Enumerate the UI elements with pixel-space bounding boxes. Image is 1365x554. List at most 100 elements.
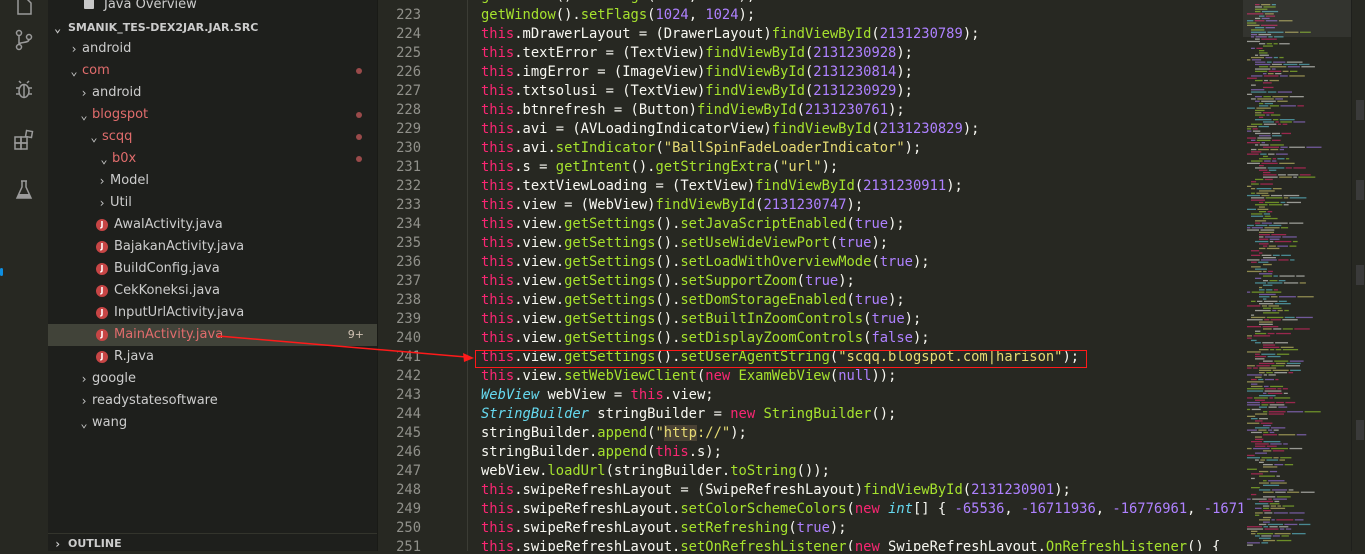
tree-folder-item[interactable]: ⌄ wang: [48, 412, 377, 434]
minimap-token: [1251, 56, 1264, 59]
tree-file-item[interactable]: J R.java: [48, 346, 377, 368]
minimap-token: [1272, 254, 1280, 256]
tree-folder-item[interactable]: › android: [48, 82, 377, 104]
minimap-token: [1282, 349, 1299, 351]
explorer-section-title: SMANIK_TES-DEX2JAR.JAR.SRC: [68, 21, 259, 34]
minimap-token: [1251, 533, 1256, 535]
tree-folder-item[interactable]: › google: [48, 368, 377, 390]
minimap-token: [1283, 443, 1288, 445]
tree-folder-item[interactable]: ⌄ b0x: [48, 148, 377, 170]
code-line: 247 webView.loadUrl(stringBuilder.toStrin…: [378, 462, 1243, 481]
tree-folder-item[interactable]: › android: [48, 38, 377, 60]
minimap-token: [1263, 480, 1267, 482]
minimap-token: [1257, 137, 1272, 139]
minimap-token: [1264, 385, 1269, 388]
scroll-marker: [1356, 180, 1364, 200]
chevron-right-icon: ›: [70, 42, 78, 56]
minimap-token: [1275, 342, 1288, 344]
line-number: 246: [396, 444, 421, 460]
java-overview-item[interactable]: Java Overview: [48, 0, 377, 16]
minimap-token: [1263, 491, 1274, 493]
files-icon[interactable]: [12, 0, 36, 20]
minimap-token: [1259, 234, 1270, 236]
outline-section-header[interactable]: › OUTLINE: [48, 533, 377, 552]
minimap-token: [1255, 420, 1263, 422]
minimap-token: [1279, 56, 1284, 59]
minimap-token: [1298, 176, 1316, 178]
explorer-section-header[interactable]: ⌄ SMANIK_TES-DEX2JAR.JAR.SRC: [48, 18, 377, 38]
minimap-token: [1263, 171, 1271, 174]
minimap-token: [1263, 121, 1274, 123]
minimap-token: [1268, 480, 1285, 482]
java-file-icon: J: [96, 285, 108, 297]
minimap-token: [1255, 119, 1272, 121]
tree-item-label: BuildConfig.java: [114, 261, 220, 276]
source-control-icon[interactable]: [12, 28, 36, 52]
minimap-token: [1283, 63, 1298, 66]
tree-folder-item[interactable]: › Util: [48, 192, 377, 214]
minimap-token: [1269, 280, 1278, 282]
minimap-token: [1279, 526, 1289, 528]
minimap-token: [1277, 388, 1282, 390]
minimap-token: [1255, 355, 1267, 358]
minimap-token: [1266, 445, 1277, 447]
tree-folder-item[interactable]: › readystatesoftware: [48, 390, 377, 412]
minimap-token: [1278, 259, 1289, 261]
tree-folder-item[interactable]: ⌄ scqq: [48, 126, 377, 148]
minimap-viewport[interactable]: [1243, 0, 1351, 37]
debug-icon[interactable]: [12, 78, 36, 102]
tree-file-item[interactable]: J BuildConfig.java: [48, 258, 377, 280]
line-number: 250: [396, 520, 421, 536]
code-text: this.view.getSettings().setDisplayZoomCo…: [481, 330, 930, 346]
minimap-token: [1247, 270, 1262, 273]
code-text: this.btnrefresh = (Button)findViewById(2…: [481, 102, 905, 118]
minimap-token: [1260, 459, 1265, 461]
minimap-token: [1259, 418, 1268, 420]
minimap-token: [1251, 291, 1265, 293]
minimap-token: [1259, 475, 1275, 477]
minimap-token: [1251, 181, 1257, 183]
minimap-token: [1276, 496, 1291, 498]
minimap-token: [1282, 319, 1298, 321]
minimap-token: [1286, 201, 1301, 204]
minimap-token: [1266, 61, 1272, 63]
tree-file-item[interactable]: J AwalActivity.java: [48, 214, 377, 236]
minimap-token: [1271, 489, 1288, 491]
minimap-token: [1251, 139, 1256, 141]
tree-folder-item[interactable]: ⌄ com: [48, 60, 377, 82]
code-text: stringBuilder.append(this.s);: [481, 444, 722, 460]
minimap[interactable]: [1243, 0, 1351, 551]
tree-file-item[interactable]: J CekKoneksi.java: [48, 280, 377, 302]
minimap-token: [1263, 360, 1273, 362]
minimap-token: [1268, 73, 1274, 75]
minimap-token: [1281, 227, 1289, 229]
vertical-scrollbar[interactable]: [1351, 0, 1365, 551]
minimap-token: [1299, 282, 1306, 284]
problem-count-badge: 9+: [347, 328, 364, 341]
minimap-token: [1278, 280, 1286, 282]
tree-file-item[interactable]: J BajakanActivity.java: [48, 236, 377, 258]
code-editor[interactable]: 222getWindow().setFlags(8192, 8192);223g…: [378, 0, 1243, 551]
flask-icon[interactable]: [12, 178, 36, 202]
minimap-token: [1277, 158, 1285, 160]
minimap-token: [1279, 119, 1295, 121]
java-file-icon: J: [96, 307, 108, 319]
minimap-token: [1273, 289, 1278, 291]
modified-dot: [356, 134, 362, 140]
minimap-token: [1300, 491, 1315, 493]
minimap-token: [1280, 528, 1285, 530]
extensions-icon[interactable]: [12, 128, 36, 152]
tree-file-item[interactable]: J InputUrlActivity.java: [48, 302, 377, 324]
minimap-token: [1273, 429, 1279, 431]
minimap-token: [1251, 378, 1257, 381]
tree-folder-item[interactable]: › Model: [48, 170, 377, 192]
tree-folder-item[interactable]: ⌄ blogspot: [48, 104, 377, 126]
minimap-token: [1259, 102, 1264, 105]
tree-file-item[interactable]: J MainActivity.java 9+: [48, 324, 377, 346]
minimap-token: [1259, 116, 1264, 118]
minimap-token: [1276, 539, 1292, 542]
minimap-token: [1273, 498, 1287, 500]
minimap-token: [1266, 114, 1270, 116]
minimap-token: [1276, 401, 1284, 404]
minimap-token: [1259, 321, 1273, 323]
